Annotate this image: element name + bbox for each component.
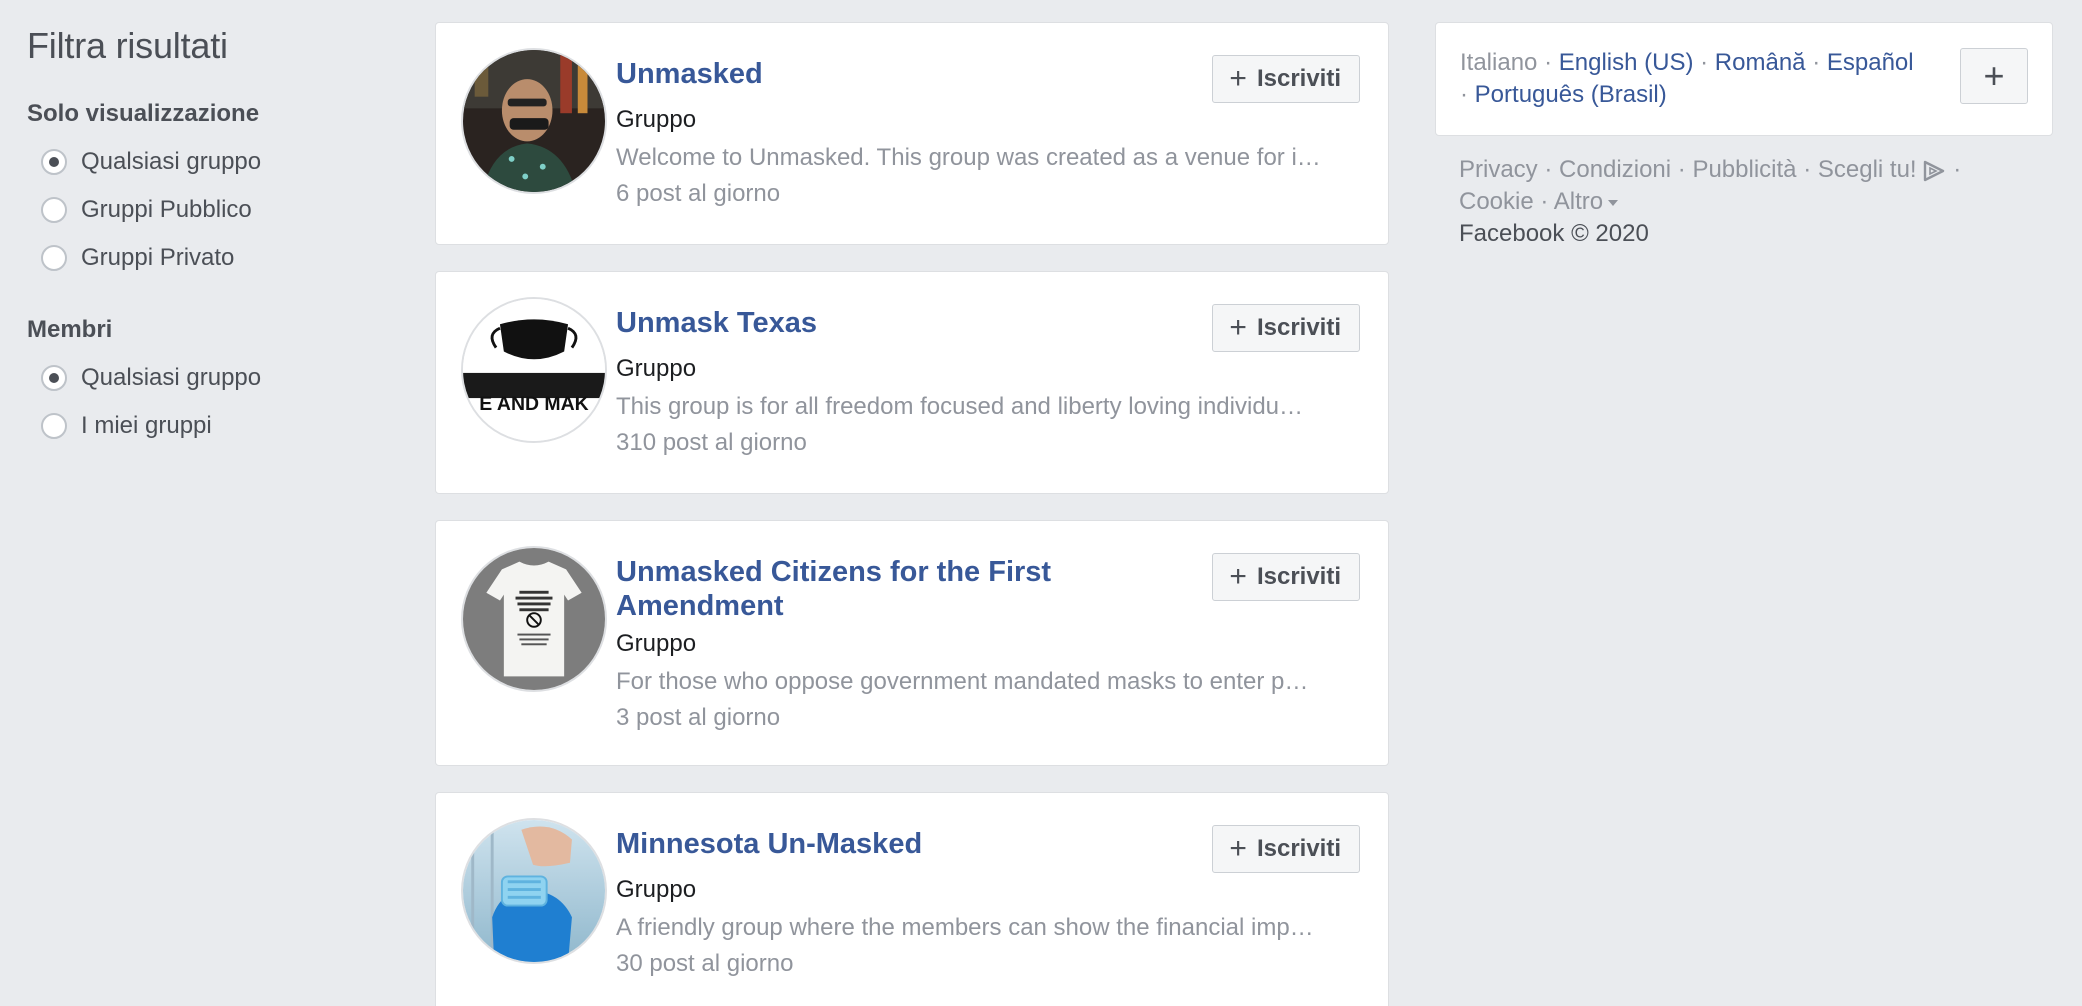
separator: · xyxy=(1700,49,1715,76)
filter-group-visibility: Solo visualizzazione Qualsiasi gruppo Gr… xyxy=(27,98,387,282)
group-title-link[interactable]: Unmasked xyxy=(616,57,1116,91)
radio-button-checked[interactable] xyxy=(41,365,67,391)
join-group-button[interactable]: + Iscriviti xyxy=(1212,55,1360,103)
adchoices-icon xyxy=(1923,160,1944,181)
avatar-banner-text: E AND MAK xyxy=(479,393,588,415)
separator: · xyxy=(1803,156,1818,183)
radio-option-my-groups[interactable]: I miei gruppi xyxy=(27,402,387,450)
group-avatar-image xyxy=(463,820,605,962)
radio-button[interactable] xyxy=(41,413,67,439)
group-type: Gruppo xyxy=(616,106,697,133)
group-avatar[interactable]: E AND MAK xyxy=(461,297,607,443)
join-group-button[interactable]: + Iscriviti xyxy=(1212,825,1360,873)
group-result-card: Minnesota Un-Masked Gruppo A friendly gr… xyxy=(435,792,1389,1006)
footer-copyright: Facebook © 2020 xyxy=(1459,220,1649,247)
radio-button[interactable] xyxy=(41,245,67,271)
add-language-button[interactable]: + xyxy=(1960,48,2028,104)
language-link-romanian[interactable]: Română xyxy=(1715,49,1806,76)
radio-option-private-groups[interactable]: Gruppi Privato xyxy=(27,234,387,282)
filters-title: Filtra risultati xyxy=(27,25,228,66)
group-type: Gruppo xyxy=(616,355,697,382)
filter-group-members: Membri Qualsiasi gruppo I miei gruppi xyxy=(27,314,387,450)
plus-icon: + xyxy=(1983,55,2005,96)
language-link-portuguese[interactable]: Português (Brasil) xyxy=(1475,81,1667,108)
radio-label: I miei gruppi xyxy=(81,412,212,439)
join-group-button[interactable]: + Iscriviti xyxy=(1212,304,1360,352)
group-activity: 6 post al giorno xyxy=(616,180,781,207)
join-group-button[interactable]: + Iscriviti xyxy=(1212,553,1360,601)
footer-link-privacy[interactable]: Privacy xyxy=(1459,156,1538,183)
footer-link-adchoices[interactable]: Scegli tu! xyxy=(1818,156,1947,183)
separator: · xyxy=(1677,156,1693,183)
group-result-card: Unmasked Gruppo Welcome to Unmasked. Thi… xyxy=(435,22,1389,245)
separator: · xyxy=(1460,81,1475,108)
search-results-list: Unmasked Gruppo Welcome to Unmasked. Thi… xyxy=(435,22,1389,1006)
group-avatar-image xyxy=(463,548,605,690)
language-current: Italiano xyxy=(1460,49,1538,76)
group-avatar[interactable] xyxy=(461,818,607,964)
plus-icon: + xyxy=(1229,311,1247,344)
group-description: This group is for all freedom focused an… xyxy=(616,393,1304,420)
caret-down-icon xyxy=(1608,199,1619,206)
radio-option-any-group[interactable]: Qualsiasi gruppo xyxy=(27,354,387,402)
radio-label: Qualsiasi gruppo xyxy=(81,148,262,175)
group-description: Welcome to Unmasked. This group was crea… xyxy=(616,144,1321,171)
footer-link-more[interactable]: Altro xyxy=(1554,188,1619,215)
group-result-card: E AND MAK Unmask Texas Gruppo This group… xyxy=(435,271,1389,494)
plus-icon: + xyxy=(1229,832,1247,865)
group-avatar-image xyxy=(463,50,605,192)
radio-label: Qualsiasi gruppo xyxy=(81,364,262,391)
group-avatar[interactable] xyxy=(461,48,607,194)
separator: · xyxy=(1812,49,1827,76)
group-title-link[interactable]: Unmask Texas xyxy=(616,306,1116,340)
group-title-link[interactable]: Unmasked Citizens for the First Amendmen… xyxy=(616,555,1116,623)
join-button-label: Iscriviti xyxy=(1256,314,1341,341)
radio-option-any-group[interactable]: Qualsiasi gruppo xyxy=(27,138,387,186)
separator: · xyxy=(1544,156,1560,183)
group-type: Gruppo xyxy=(616,630,697,657)
join-button-label: Iscriviti xyxy=(1256,65,1341,92)
radio-label: Gruppi Privato xyxy=(81,244,235,271)
group-description: For those who oppose government mandated… xyxy=(616,668,1309,695)
group-title-link[interactable]: Minnesota Un-Masked xyxy=(616,827,1116,861)
footer-link-terms[interactable]: Condizioni xyxy=(1559,156,1671,183)
group-description: A friendly group where the members can s… xyxy=(616,914,1314,941)
adchoices-label: Scegli tu! xyxy=(1817,156,1917,183)
group-type: Gruppo xyxy=(616,876,697,903)
filter-heading-visibility: Solo visualizzazione xyxy=(27,100,260,127)
radio-label: Gruppi Pubblico xyxy=(81,196,252,223)
footer-link-cookies[interactable]: Cookie xyxy=(1459,188,1534,215)
filter-heading-members: Membri xyxy=(27,316,113,343)
separator: · xyxy=(1540,188,1554,215)
page-footer: Privacy · Condizioni · Pubblicità · Sceg… xyxy=(1435,136,2053,268)
group-activity: 3 post al giorno xyxy=(616,704,781,731)
join-button-label: Iscriviti xyxy=(1256,563,1341,590)
plus-icon: + xyxy=(1229,62,1247,95)
group-activity: 30 post al giorno xyxy=(616,950,794,977)
radio-button-checked[interactable] xyxy=(41,149,67,175)
group-avatar[interactable] xyxy=(461,546,607,692)
radio-button[interactable] xyxy=(41,197,67,223)
separator: · xyxy=(1953,156,1962,183)
separator: · xyxy=(1544,49,1559,76)
group-avatar-image: E AND MAK xyxy=(463,299,605,441)
footer-links-row-2: Cookie · Altro xyxy=(1459,186,2029,218)
right-sidebar: Italiano · English (US) · Română · Españ… xyxy=(1435,22,2053,268)
filters-panel: Filtra risultati Solo visualizzazione Qu… xyxy=(27,22,387,450)
language-link-spanish[interactable]: Español xyxy=(1827,49,1914,76)
language-selector: Italiano · English (US) · Română · Españ… xyxy=(1435,22,2053,136)
language-link-english[interactable]: English (US) xyxy=(1559,49,1694,76)
group-result-card: Unmasked Citizens for the First Amendmen… xyxy=(435,520,1389,766)
language-list: Italiano · English (US) · Română · Españ… xyxy=(1460,47,1942,111)
more-label: Altro xyxy=(1553,188,1604,215)
plus-icon: + xyxy=(1229,560,1247,593)
radio-option-public-groups[interactable]: Gruppi Pubblico xyxy=(27,186,387,234)
footer-link-advertising[interactable]: Pubblicità xyxy=(1692,156,1796,183)
group-activity: 310 post al giorno xyxy=(616,429,807,456)
join-button-label: Iscriviti xyxy=(1256,835,1341,862)
footer-links-row: Privacy · Condizioni · Pubblicità · Sceg… xyxy=(1459,154,2029,186)
